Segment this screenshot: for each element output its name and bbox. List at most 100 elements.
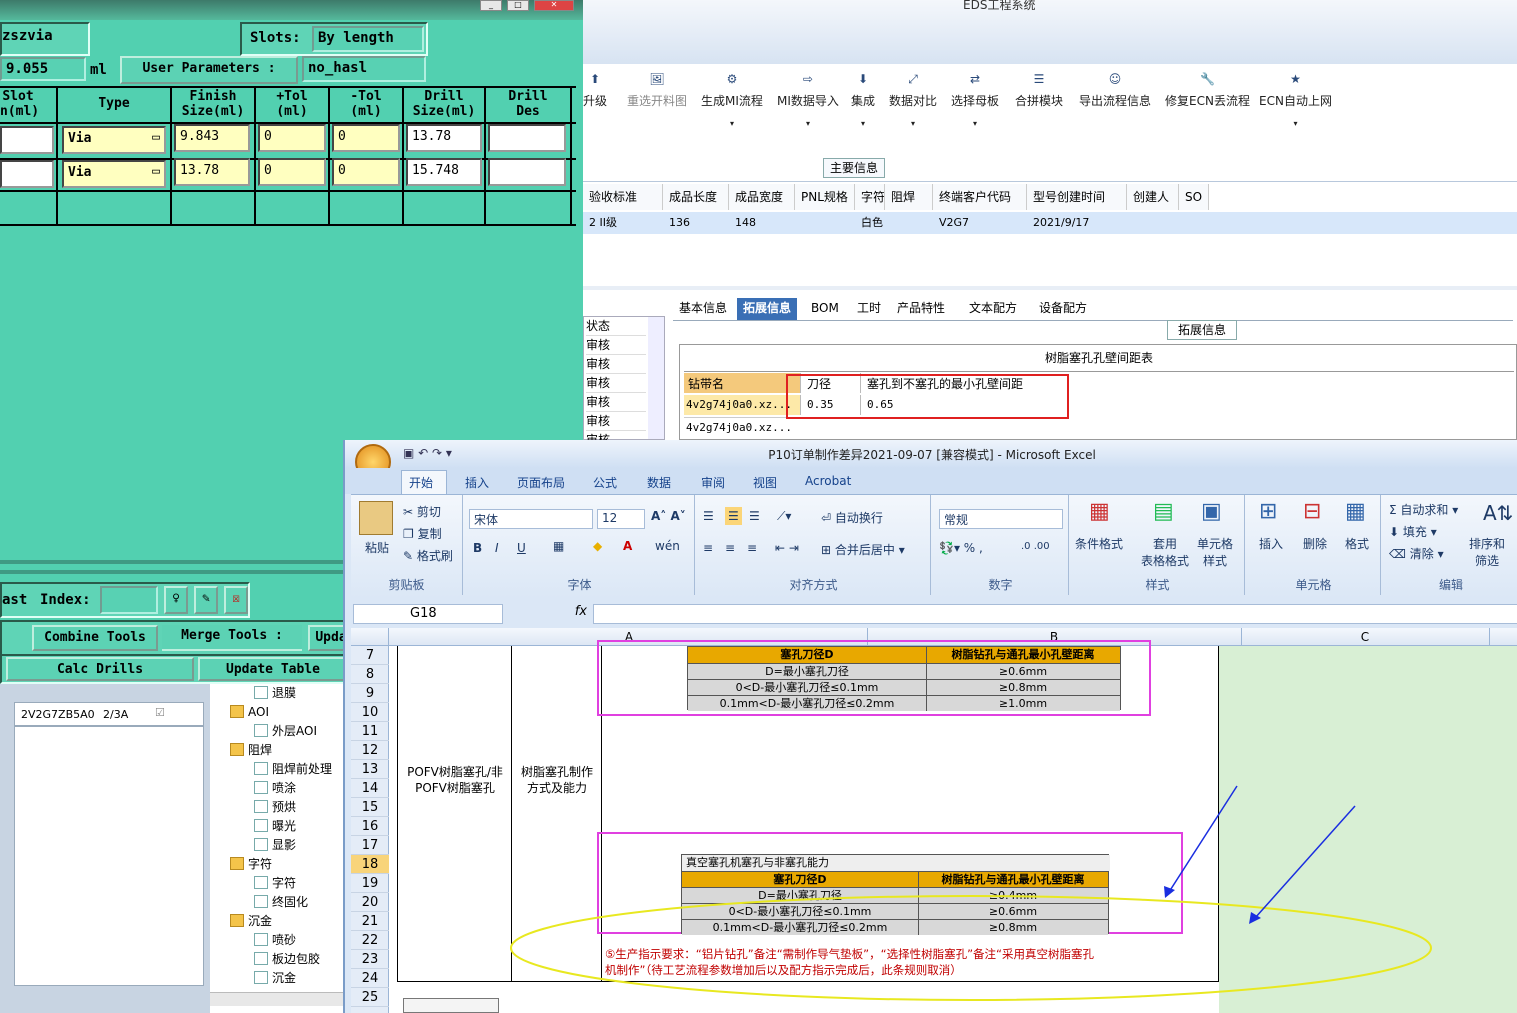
align-left-icon[interactable]: ≡	[703, 541, 713, 555]
merge-center-button[interactable]: ⊞ 合并后居中 ▾	[821, 541, 905, 558]
finish-size-input[interactable]: 9.843	[174, 124, 250, 152]
tree-item[interactable]: 字符	[230, 855, 272, 874]
v-scrollbar[interactable]	[648, 317, 664, 439]
align-top-icon[interactable]: ☰	[703, 509, 714, 523]
combine-tools-button[interactable]: Combine Tools	[32, 625, 158, 651]
cell-styles-icon[interactable]: ▣	[1201, 499, 1222, 524]
resin-row-name[interactable]: 4v2g74j0a0.xz...	[684, 417, 800, 437]
minus-tol-input[interactable]: 0	[332, 124, 400, 152]
align-right-icon[interactable]: ≡	[747, 541, 757, 555]
indent-icon[interactable]: ⇤ ⇥	[775, 541, 799, 555]
format-icon[interactable]: ▦	[1345, 499, 1366, 524]
insert-icon[interactable]: ⊞	[1259, 499, 1277, 524]
slot-input[interactable]	[0, 160, 54, 188]
edit-icon[interactable]: ✎	[194, 586, 218, 614]
minimize-icon[interactable]: _	[480, 0, 502, 11]
fill-color-icon[interactable]: ◆	[593, 539, 602, 553]
tree-item[interactable]: 外层AOI	[254, 722, 317, 741]
close-icon[interactable]: ✕	[534, 0, 574, 11]
resin-row-name[interactable]: 4v2g74j0a0.xz...	[684, 395, 800, 415]
align-center-icon[interactable]: ≡	[725, 541, 735, 555]
tree-item[interactable]: 退膜	[254, 684, 296, 703]
maximize-icon[interactable]: □	[507, 0, 529, 11]
check-icon[interactable]: ☑	[155, 706, 165, 719]
ribbon-tab-7[interactable]: 视图	[753, 474, 777, 491]
drill-size-input[interactable]: 13.78	[406, 124, 482, 152]
tree-item[interactable]: 曝光	[254, 817, 296, 836]
tree-item[interactable]: 阻焊前处理	[254, 760, 332, 779]
border-icon[interactable]: ▦	[553, 539, 564, 553]
user-parameters-value[interactable]: no_hasl	[302, 56, 426, 82]
table-format-icon[interactable]: ▤	[1153, 499, 1174, 524]
plus-tol-input[interactable]: 0	[258, 124, 326, 152]
ribbon-tab-2[interactable]: 插入	[465, 474, 489, 491]
sort-filter-button[interactable]: 排序和 筛选	[1469, 535, 1505, 569]
font-color-icon[interactable]: A	[623, 539, 632, 553]
number-format-select[interactable]: 常规	[939, 509, 1063, 529]
tree-item[interactable]: 板边包胶	[254, 950, 320, 969]
tab-1[interactable]: 基本信息	[673, 298, 733, 320]
status-item[interactable]: 审核	[586, 412, 646, 431]
delete-icon[interactable]: ⊟	[1303, 499, 1321, 524]
drill-des-input[interactable]	[488, 158, 566, 186]
drill-size-input[interactable]: 15.748	[406, 158, 482, 186]
formula-input[interactable]	[593, 604, 1517, 624]
calc-drills-button[interactable]: Calc Drills	[6, 657, 194, 681]
format-button[interactable]: 格式	[1345, 535, 1369, 552]
type-select[interactable]: Via ▭	[62, 160, 166, 188]
align-bottom-icon[interactable]: ☰	[749, 509, 760, 523]
minus-tol-input[interactable]: 0	[332, 158, 400, 186]
cut-button[interactable]: ✂ 剪切	[403, 503, 441, 520]
paste-button[interactable]: 粘贴	[365, 539, 389, 556]
tree-item[interactable]: 显影	[254, 836, 296, 855]
tree-item[interactable]: AOI	[230, 703, 269, 722]
status-item[interactable]: 审核	[586, 336, 646, 355]
tree-item[interactable]: 沉金	[230, 912, 272, 931]
tree-item[interactable]: 预烘	[254, 798, 296, 817]
clear-button[interactable]: ⌫ 清除 ▾	[1389, 545, 1444, 562]
tab-5[interactable]: 产品特性	[891, 298, 951, 320]
decimal-icon[interactable]: .0 .00	[1021, 541, 1050, 552]
cell-styles-button[interactable]: 单元格 样式	[1197, 535, 1233, 569]
autosum-button[interactable]: Σ 自动求和 ▾	[1389, 501, 1458, 518]
delete-button[interactable]: 删除	[1303, 535, 1327, 552]
tree-item[interactable]: 字符	[254, 874, 296, 893]
tab-2[interactable]: 拓展信息	[737, 298, 798, 320]
plus-tol-input[interactable]: 0	[258, 158, 326, 186]
finish-size-input[interactable]: 13.78	[174, 158, 250, 186]
bold-icon[interactable]: B	[473, 541, 482, 555]
fill-button[interactable]: ⬇ 填充 ▾	[1389, 523, 1437, 540]
ribbon-tab-3[interactable]: 页面布局	[517, 474, 565, 491]
slots-select[interactable]: By length	[312, 26, 424, 52]
user-parameters-button[interactable]: User Parameters :	[120, 56, 298, 84]
tab-4[interactable]: 工时	[851, 298, 887, 320]
currency-icon[interactable]: 💱▾ % ,	[939, 541, 983, 555]
tree-item[interactable]: 终固化	[254, 893, 308, 912]
list-item[interactable]: 2V2G7ZB5A0 2/3A ☑	[14, 702, 204, 726]
sort-filter-icon[interactable]: A⇅	[1483, 501, 1513, 525]
italic-icon[interactable]: I	[495, 541, 499, 555]
table-format-button[interactable]: 套用 表格格式	[1141, 535, 1189, 569]
status-item[interactable]: 审核	[586, 393, 646, 412]
paste-icon[interactable]	[359, 501, 393, 535]
ribbon-tab-6[interactable]: 审阅	[701, 474, 725, 491]
font-name-select[interactable]: 宋体	[469, 509, 593, 529]
tree-item[interactable]: 喷砂	[254, 931, 296, 950]
tree-item[interactable]: 喷涂	[254, 779, 296, 798]
align-middle-icon[interactable]: ☰	[725, 507, 742, 525]
ribbon-tab-8[interactable]: Acrobat	[805, 474, 851, 488]
fx-icon[interactable]: fx	[513, 604, 589, 624]
status-item[interactable]: 状态	[586, 317, 646, 336]
slot-input[interactable]	[0, 126, 54, 154]
status-item[interactable]: 审核	[586, 355, 646, 374]
tab-7[interactable]: 设备配方	[1033, 298, 1093, 320]
thickness-input[interactable]: 9.055	[0, 57, 86, 81]
wrap-text-button[interactable]: ⏎ 自动换行	[821, 509, 883, 526]
tab-3[interactable]: BOM	[805, 298, 845, 320]
conditional-format-icon[interactable]: ▦	[1089, 499, 1110, 524]
type-select[interactable]: Via ▭	[62, 126, 166, 154]
name-box[interactable]: G18	[353, 604, 503, 624]
grow-font-icon[interactable]: A˄ A˅	[651, 509, 686, 523]
copy-button[interactable]: ❐ 复制	[403, 525, 442, 542]
phonetic-icon[interactable]: wén	[655, 539, 680, 553]
